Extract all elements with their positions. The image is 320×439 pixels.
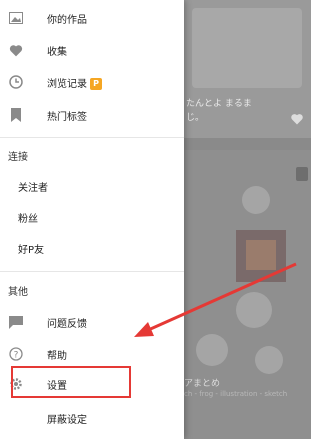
artwork-illustration (196, 186, 286, 374)
menu-item-works-label: 你的作品 (47, 14, 87, 26)
menu-item-fans[interactable]: 粉丝 (0, 201, 184, 233)
menu-item-favorites[interactable]: 收集 (0, 34, 184, 66)
artwork-title: アまとめ (184, 379, 221, 389)
menu-item-mypixiv[interactable]: 好P友 (0, 232, 184, 264)
background-content: たんとよ まるま じ。 アまとめ ch - frog - illustratio… (184, 0, 311, 439)
bookmark-icon (8, 107, 24, 123)
heart-icon (8, 42, 24, 58)
menu-item-mute-settings-label: 屏蔽设定 (47, 414, 87, 426)
menu-item-fans-label: 粉丝 (18, 213, 38, 225)
svg-text:?: ? (14, 351, 19, 361)
chat-icon (8, 314, 24, 330)
section-header-other: 其他 (8, 287, 28, 298)
menu-item-help-label: 帮助 (47, 350, 67, 362)
clock-icon (8, 74, 24, 90)
divider (0, 137, 184, 138)
menu-item-history-label: 浏览记录 P (47, 75, 102, 90)
menu-item-works[interactable]: 你的作品 (0, 2, 184, 34)
menu-item-history-text: 浏览记录 (47, 78, 87, 90)
premium-badge: P (90, 77, 102, 90)
menu-item-feedback-label: 问题反馈 (47, 318, 87, 330)
menu-item-mypixiv-label: 好P友 (18, 244, 45, 256)
artwork-caption: たんとよ まるま (186, 99, 252, 109)
artwork-tags: ch - frog - illustration - sketch (184, 390, 288, 398)
menu-item-history[interactable]: 浏览记录 P (0, 66, 184, 98)
artwork-card-bottom[interactable]: アまとめ ch - frog - illustration - sketch (184, 150, 311, 439)
menu-item-popular-tags-label: 热门标签 (47, 111, 87, 123)
menu-item-feedback[interactable]: 问题反馈 (0, 306, 184, 338)
menu-item-following-label: 关注者 (18, 182, 48, 194)
artwork-card-top[interactable]: たんとよ まるま じ。 (184, 0, 311, 138)
heart-icon[interactable] (290, 113, 304, 125)
divider (0, 271, 184, 272)
artwork-thumbnail (192, 8, 302, 88)
menu-item-popular-tags[interactable]: 热门标签 (0, 99, 184, 131)
menu-item-favorites-label: 收集 (47, 46, 67, 58)
menu-item-following[interactable]: 关注者 (0, 170, 184, 202)
help-icon: ? (8, 346, 24, 362)
highlight-box (11, 366, 131, 398)
menu-item-mute-settings[interactable]: 屏蔽设定 (0, 402, 184, 434)
image-icon (8, 10, 24, 26)
artwork-caption-line2: じ。 (186, 113, 205, 123)
section-header-connections: 连接 (8, 152, 28, 163)
